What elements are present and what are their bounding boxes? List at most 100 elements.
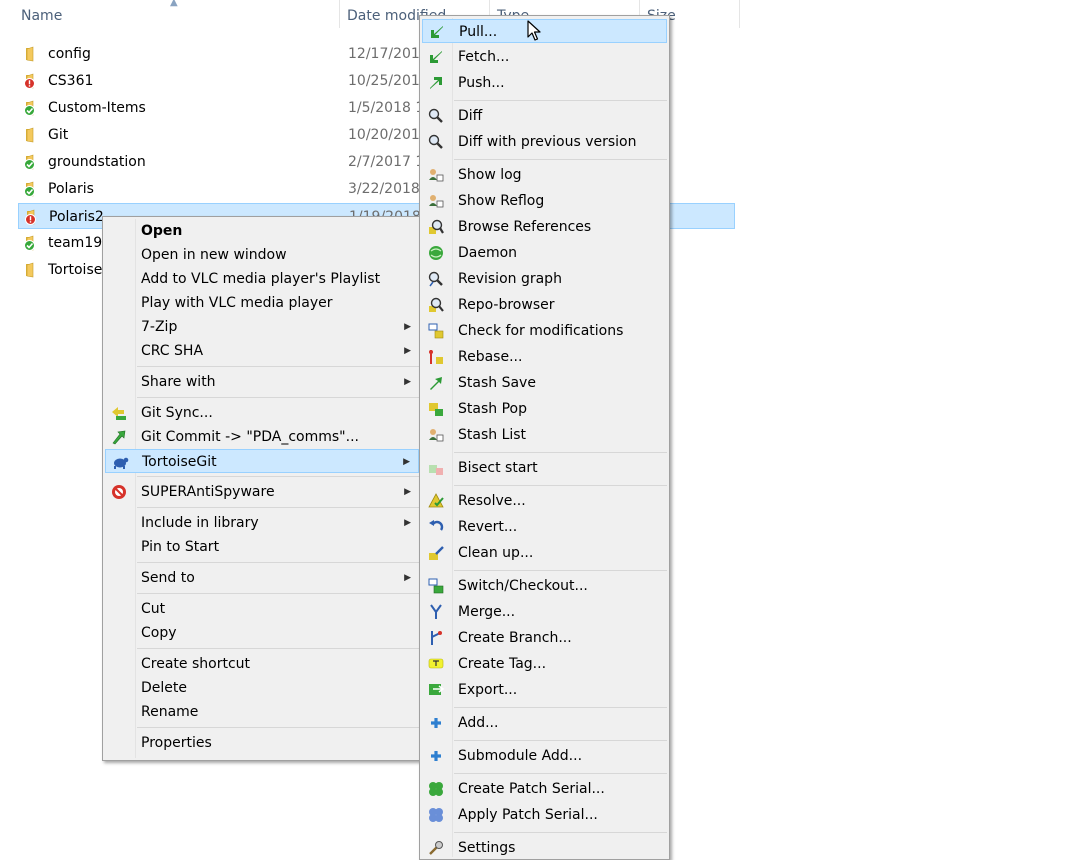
git-menu-item-rebase[interactable]: Rebase... (422, 345, 667, 369)
check-modifications-icon (428, 323, 444, 339)
git-sync-icon (112, 407, 126, 420)
menu-item-label: Rename (141, 704, 199, 720)
git-menu-item-settings[interactable]: Settings (422, 836, 667, 860)
show-log-icon (429, 169, 444, 182)
git-menu-item-create-branch[interactable]: Create Branch... (422, 626, 667, 650)
menu-separator (454, 773, 667, 774)
file-date-modified: 12/17/2016 (348, 46, 429, 62)
git-menu-item-daemon[interactable]: Daemon (422, 241, 667, 265)
menu-item-crc-sha[interactable]: CRC SHA ▶ (105, 339, 419, 363)
menu-separator (454, 159, 667, 160)
menu-item-send-to[interactable]: Send to ▶ (105, 566, 419, 590)
git-menu-item-fetch[interactable]: Fetch... (422, 45, 667, 69)
git-menu-item-clean-up[interactable]: Clean up... (422, 541, 667, 565)
menu-item-label: Create shortcut (141, 656, 251, 672)
menu-item-label: Share with (141, 374, 216, 390)
file-name: Tortoise (48, 262, 103, 278)
menu-item-label: Switch/Checkout... (458, 578, 588, 594)
git-menu-item-push[interactable]: Push... (422, 71, 667, 95)
menu-item-label: Resolve... (458, 493, 526, 509)
git-menu-item-repo-browser[interactable]: Repo-browser (422, 293, 667, 317)
git-clean-folder-icon (24, 181, 35, 197)
submenu-arrow-icon: ▶ (404, 518, 411, 528)
add-icon (431, 718, 441, 728)
context-menu: Open Open in new window Add to VLC media p… (102, 216, 422, 761)
git-menu-item-resolve[interactable]: Resolve... (422, 489, 667, 513)
menu-item-open-in-new-window[interactable]: Open in new window (105, 243, 419, 267)
git-menu-item-stash-save[interactable]: Stash Save (422, 371, 667, 395)
menu-item-open[interactable]: Open (105, 219, 419, 243)
git-menu-item-check-for-modifications[interactable]: Check for modifications (422, 319, 667, 343)
git-menu-item-apply-patch-serial[interactable]: Apply Patch Serial... (422, 803, 667, 827)
menu-item-label: Play with VLC media player (141, 295, 333, 311)
column-divider (739, 0, 740, 28)
menu-item-label: Browse References (458, 219, 592, 235)
menu-separator (454, 832, 667, 833)
git-menu-item-switch-checkout[interactable]: Switch/Checkout... (422, 574, 667, 598)
git-menu-item-merge[interactable]: Merge... (422, 600, 667, 624)
submenu-arrow-icon: ▶ (404, 322, 411, 332)
menu-item-cut[interactable]: Cut (105, 597, 419, 621)
menu-item-add-to-vlc-media-player-s-playlist[interactable]: Add to VLC media player's Playlist (105, 267, 419, 291)
git-menu-item-stash-pop[interactable]: Stash Pop (422, 397, 667, 421)
menu-item-properties[interactable]: Properties (105, 731, 419, 755)
daemon-icon (429, 246, 443, 260)
git-menu-item-revision-graph[interactable]: Revision graph (422, 267, 667, 291)
menu-item-delete[interactable]: Delete (105, 676, 419, 700)
menu-item-create-shortcut[interactable]: Create shortcut (105, 652, 419, 676)
settings-icon (429, 841, 443, 855)
revert-icon (429, 520, 444, 531)
menu-item-label: Delete (141, 680, 187, 696)
submenu-arrow-icon: ▶ (404, 346, 411, 356)
menu-item-share-with[interactable]: Share with ▶ (105, 370, 419, 394)
git-menu-item-diff[interactable]: Diff (422, 104, 667, 128)
git-menu-item-browse-references[interactable]: Browse References (422, 215, 667, 239)
file-name: CS361 (48, 73, 94, 89)
menu-separator (137, 397, 419, 398)
menu-separator (454, 485, 667, 486)
sort-ascending-icon: ▲ (170, 0, 178, 8)
git-menu-item-create-tag[interactable]: Create Tag... (422, 652, 667, 676)
menu-item-label: Revert... (458, 519, 518, 535)
menu-item-label: Pin to Start (141, 539, 220, 555)
git-menu-item-revert[interactable]: Revert... (422, 515, 667, 539)
menu-item-label: Stash List (458, 427, 527, 443)
file-name: Custom-Items (48, 100, 146, 116)
git-menu-item-submodule-add[interactable]: Submodule Add... (422, 744, 667, 768)
menu-item-copy[interactable]: Copy (105, 621, 419, 645)
menu-item-label: Repo-browser (458, 297, 555, 313)
git-menu-item-show-reflog[interactable]: Show Reflog (422, 189, 667, 213)
git-menu-item-export[interactable]: Export... (422, 678, 667, 702)
git-menu-item-stash-list[interactable]: Stash List (422, 423, 667, 447)
file-name: Git (48, 127, 69, 143)
git-menu-item-pull[interactable]: Pull... (422, 19, 667, 43)
file-date-modified: 3/22/2018 (348, 181, 420, 197)
git-menu-item-bisect-start[interactable]: Bisect start (422, 456, 667, 480)
menu-item-tortoisegit[interactable]: TortoiseGit ▶ (105, 449, 419, 473)
menu-item-7-zip[interactable]: 7-Zip ▶ (105, 315, 419, 339)
menu-item-pin-to-start[interactable]: Pin to Start (105, 535, 419, 559)
create-branch-icon (431, 631, 442, 645)
git-menu-item-create-patch-serial[interactable]: Create Patch Serial... (422, 777, 667, 801)
menu-item-play-with-vlc-media-player[interactable]: Play with VLC media player (105, 291, 419, 315)
apply-patch-icon (429, 808, 443, 822)
menu-item-include-in-library[interactable]: Include in library ▶ (105, 511, 419, 535)
git-clean-folder-icon (24, 235, 35, 251)
git-menu-item-show-log[interactable]: Show log (422, 163, 667, 187)
git-menu-item-diff-with-previous-version[interactable]: Diff with previous version (422, 130, 667, 154)
submenu-arrow-icon: ▶ (404, 573, 411, 583)
mouse-cursor-icon (527, 20, 541, 41)
file-name: Polaris2 (49, 209, 104, 225)
git-menu-item-add[interactable]: Add... (422, 711, 667, 735)
menu-item-git-sync[interactable]: Git Sync... (105, 401, 419, 425)
diff-icon (428, 108, 443, 123)
bisect-icon (429, 465, 443, 475)
menu-separator (454, 740, 667, 741)
menu-item-rename[interactable]: Rename (105, 700, 419, 724)
menu-item-git-commit-pda-comms[interactable]: Git Commit -> "PDA_comms"... (105, 425, 419, 449)
menu-item-superantispyware[interactable]: SUPERAntiSpyware ▶ (105, 480, 419, 504)
menu-item-label: Properties (141, 735, 212, 751)
git-commit-icon (112, 430, 126, 445)
tortoisegit-submenu: Pull... Fetch... Push... Diff Diff with prev… (419, 15, 670, 860)
git-conflict-folder-icon (25, 209, 36, 225)
